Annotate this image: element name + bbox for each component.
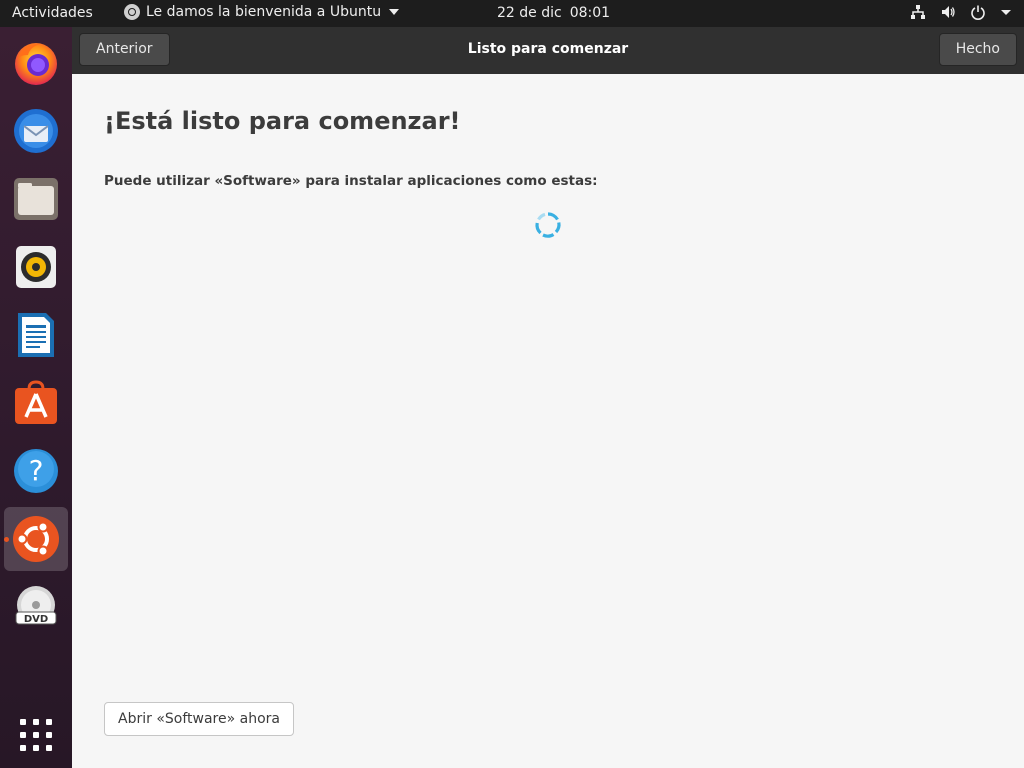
app-menu-label: Le damos la bienvenida a Ubuntu (146, 4, 382, 20)
dock-item-software[interactable] (4, 371, 68, 435)
chevron-down-icon (1001, 10, 1011, 15)
firefox-icon (15, 43, 57, 85)
dock-item-dvd[interactable]: DVD (4, 575, 68, 639)
loading-spinner-icon (535, 212, 561, 238)
dock-item-files[interactable] (4, 167, 68, 231)
clock[interactable]: 22 de dic 08:01 (497, 5, 618, 21)
files-icon (14, 178, 58, 220)
open-software-button[interactable]: Abrir «Software» ahora (104, 702, 294, 736)
dock: ? DVD (0, 27, 72, 768)
dock-item-help[interactable]: ? (4, 439, 68, 503)
active-indicator (4, 537, 9, 542)
dock-item-thunderbird[interactable] (4, 99, 68, 163)
header-bar: Anterior Listo para comenzar Hecho (72, 27, 1024, 74)
show-applications-button[interactable] (4, 703, 68, 767)
svg-text:?: ? (29, 454, 44, 487)
app-menu[interactable]: Le damos la bienvenida a Ubuntu (124, 4, 400, 20)
dock-item-firefox[interactable] (4, 31, 68, 95)
writer-icon (18, 313, 54, 357)
software-icon (15, 380, 57, 424)
dvd-icon: DVD (15, 586, 57, 625)
network-icon (911, 5, 925, 19)
svg-text:DVD: DVD (24, 614, 48, 625)
help-icon: ? (14, 449, 58, 493)
clock-time: 08:01 (569, 5, 611, 21)
thunderbird-icon (14, 109, 58, 153)
clock-date: 22 de dic (497, 5, 562, 21)
volume-icon (942, 6, 955, 18)
window-title: Listo para comenzar (467, 41, 629, 57)
system-tray[interactable] (910, 4, 1012, 20)
activities-button[interactable]: Actividades (12, 5, 93, 21)
dock-item-rhythmbox[interactable] (4, 235, 68, 299)
dock-item-writer[interactable] (4, 303, 68, 367)
top-bar: Actividades Le damos la bienvenida a Ubu… (0, 0, 1024, 27)
rhythmbox-icon (16, 246, 56, 288)
grid-icon (20, 719, 52, 751)
ubuntu-icon (13, 516, 59, 562)
page-title: ¡Está listo para comenzar! (104, 107, 461, 135)
welcome-window: Anterior Listo para comenzar Hecho ¡Está… (72, 27, 1024, 768)
page-subtitle: Puede utilizar «Software» para instalar … (104, 173, 598, 189)
chevron-down-icon (389, 9, 400, 15)
dock-item-ubuntu[interactable] (4, 507, 68, 571)
power-icon (971, 5, 985, 20)
done-button[interactable]: Hecho (938, 33, 1017, 66)
welcome-app-icon (124, 4, 140, 20)
